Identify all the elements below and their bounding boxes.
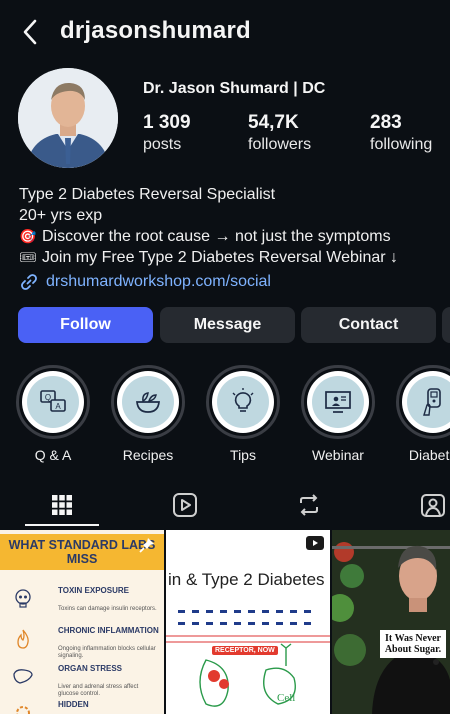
posts-count[interactable]: 1 309 posts [143,112,191,154]
list-item-title: TOXIN EXPOSURE [58,586,129,595]
list-item-title: ORGAN STRESS [58,664,123,673]
bowl-icon [136,392,160,413]
bio-line-4: 🎟 Join my Free Type 2 Diabetes Reversal W… [19,247,439,268]
bio-line-3-text: Discover the root cause → not just the s… [42,228,391,245]
highlight-diabetes[interactable]: Diabete [395,365,450,463]
highlight-tips[interactable]: Tips [205,365,281,463]
chevron-left-icon [23,19,37,45]
highlight-label: Q & A [34,447,72,463]
list-item-desc: Toxins can damage insulin receptors. [58,606,157,612]
following-count[interactable]: 283 following [370,112,432,154]
more-actions-button[interactable] [442,307,450,343]
follow-button[interactable]: Follow [18,307,153,343]
lightbulb-icon [232,388,254,412]
highlight-label: Tips [230,447,256,463]
svg-text:A: A [55,402,61,411]
following-value: 283 [370,112,402,133]
highlight-label: Recipes [122,447,174,463]
pin-icon [139,538,154,553]
highlight-webinar[interactable]: Webinar [300,365,376,463]
active-tab-indicator [25,524,99,526]
grid-icon [52,495,72,515]
followers-label: followers [248,136,312,153]
bio-line-1: Type 2 Diabetes Reversal Specialist [19,186,276,203]
profile-photo [18,68,118,168]
flame-icon [17,629,29,649]
target-icon: 🎯 [19,228,37,244]
list-item-title: HIDDEN [58,700,89,709]
svg-text:Q: Q [45,393,51,402]
qa-icon: Q A [40,390,66,412]
post-title: in & Type 2 Diabetes [168,570,325,589]
posts-grid: WHAT STANDARD LABS MISS TOXIN EXPOSURE T… [0,530,450,714]
website-link[interactable]: drshumardworkshop.com/social [19,272,271,292]
liver-icon [13,669,33,684]
list-item-title: CHRONIC INFLAMMATION [58,626,159,635]
cell-label: Cell [277,692,296,704]
tab-grid[interactable] [47,490,77,520]
presentation-icon [325,391,351,413]
bio: Type 2 Diabetes Reversal Specialist 20+ … [19,184,439,268]
list-item-desc: Ongoing inflammation blocks cellular sig… [58,646,156,659]
post-thumbnail[interactable]: in & Type 2 Diabetes RECEPTOR, NOW Cell [166,530,330,714]
followers-count[interactable]: 54,7K followers [248,112,311,154]
profile-header: drjasonshumard [0,0,450,64]
reels-icon [173,493,197,517]
highlight-ring: Q A [16,365,90,439]
gear-icon [16,706,30,714]
bio-line-3: 🎯 Discover the root cause → not just the … [19,226,439,247]
followers-value: 54,7K [248,112,299,133]
cell-diagram [166,610,330,707]
profile-tabs [0,484,450,528]
tab-tagged[interactable] [418,490,448,520]
back-button[interactable] [18,16,46,48]
glucose-meter-icon [423,388,441,416]
message-button[interactable]: Message [160,307,295,343]
highlight-label: Webinar [312,447,364,463]
avatar[interactable] [18,68,118,168]
contact-button[interactable]: Contact [301,307,436,343]
ticket-icon: 🎟 [19,249,37,265]
reposts-icon [300,494,318,516]
video-icon [306,536,324,550]
website-link-text: drshumardworkshop.com/social [46,273,271,290]
bio-line-2: 20+ yrs exp [19,207,103,224]
highlight-recipes[interactable]: Recipes [110,365,186,463]
receptor-tag: RECEPTOR, NOW [212,646,278,655]
posts-label: posts [143,136,182,153]
list-item-desc: Liver and adrenal stress affect glucose … [58,684,139,697]
tab-reposts[interactable] [294,490,324,520]
link-icon [21,274,37,290]
posts-value: 1 309 [143,112,191,133]
video-still [332,530,450,714]
tagged-icon [421,494,445,517]
bio-line-4-text: Join my Free Type 2 Diabetes Reversal We… [42,249,399,266]
username: drjasonshumard [60,17,251,44]
post-thumbnail[interactable]: It Was Never About Sugar. [332,530,450,714]
highlight-qa[interactable]: Q A Q & A [15,365,91,463]
highlight-label: Diabete [408,447,450,463]
post-thumbnail[interactable]: WHAT STANDARD LABS MISS TOXIN EXPOSURE T… [0,530,164,714]
following-label: following [370,136,433,153]
tab-reels[interactable] [170,490,200,520]
skull-icon [15,589,31,608]
display-name: Dr. Jason Shumard | DC [143,80,326,97]
post-caption-sign: It Was Never About Sugar. [380,630,446,658]
